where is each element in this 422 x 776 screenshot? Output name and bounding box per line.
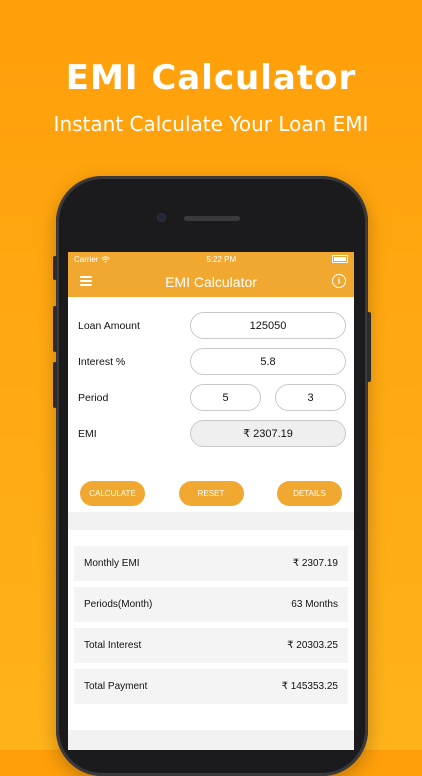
emi-row: EMI ₹ 2307.19 — [74, 419, 348, 448]
promo-title: EMI Calculator — [65, 58, 357, 98]
result-label: Periods(Month) — [84, 599, 153, 610]
result-label: Total Interest — [84, 640, 142, 651]
loan-amount-input[interactable]: 125050 — [190, 312, 346, 339]
volume-down-button — [53, 362, 57, 408]
interest-input[interactable]: 5.8 — [190, 348, 346, 375]
earpiece-speaker — [184, 216, 240, 221]
loan-amount-label: Loan Amount — [78, 319, 140, 332]
result-row-periods: Periods(Month) 63 Months — [74, 587, 348, 622]
emi-form: Loan Amount 125050 Interest % 5.8 Period… — [68, 297, 354, 512]
result-value: 63 Months — [291, 599, 338, 610]
result-value: ₹ 2307.19 — [292, 558, 338, 569]
battery-icon — [332, 255, 348, 263]
result-row-total-payment: Total Payment ₹ 145353.25 — [74, 669, 348, 704]
details-button[interactable]: DETAILS — [277, 481, 342, 506]
status-time: 5:22 PM — [206, 254, 237, 264]
mute-switch — [53, 256, 57, 280]
front-camera — [158, 214, 165, 221]
emi-label: EMI — [78, 427, 97, 440]
power-button — [367, 312, 371, 382]
info-icon[interactable]: i — [332, 274, 346, 288]
period-row: Period 5 3 — [74, 383, 348, 412]
period-months-input[interactable]: 3 — [275, 384, 346, 411]
result-value: ₹ 145353.25 — [281, 681, 338, 692]
calculate-button[interactable]: CALCULATE — [80, 481, 145, 506]
nav-bar: EMI Calculator i — [68, 266, 354, 297]
interest-label: Interest % — [78, 355, 126, 368]
result-label: Total Payment — [84, 681, 148, 692]
loan-amount-row: Loan Amount 125050 — [74, 311, 348, 340]
results-card: Monthly EMI ₹ 2307.19 Periods(Month) 63 … — [68, 530, 354, 730]
result-label: Monthly EMI — [84, 558, 140, 569]
result-row-total-interest: Total Interest ₹ 20303.25 — [74, 628, 348, 663]
period-label: Period — [78, 391, 109, 404]
interest-row: Interest % 5.8 — [74, 347, 348, 376]
status-bar: Carrier 5:22 PM — [68, 252, 354, 266]
carrier-label: Carrier — [74, 254, 99, 264]
period-years-input[interactable]: 5 — [190, 384, 261, 411]
action-buttons: CALCULATE RESET DETAILS — [74, 455, 348, 506]
promo-subtitle: Instant Calculate Your Loan EMI — [53, 112, 369, 136]
wifi-icon — [101, 255, 111, 263]
app-screen: Carrier 5:22 PM EMI Calculator i Loan Am… — [68, 252, 354, 750]
result-value: ₹ 20303.25 — [287, 640, 338, 651]
volume-up-button — [53, 306, 57, 352]
nav-title: EMI Calculator — [165, 273, 257, 290]
reset-button[interactable]: RESET — [178, 481, 244, 506]
emi-output: ₹ 2307.19 — [190, 420, 346, 447]
hamburger-menu-icon[interactable] — [80, 276, 92, 286]
result-row-monthly-emi: Monthly EMI ₹ 2307.19 — [74, 546, 348, 581]
